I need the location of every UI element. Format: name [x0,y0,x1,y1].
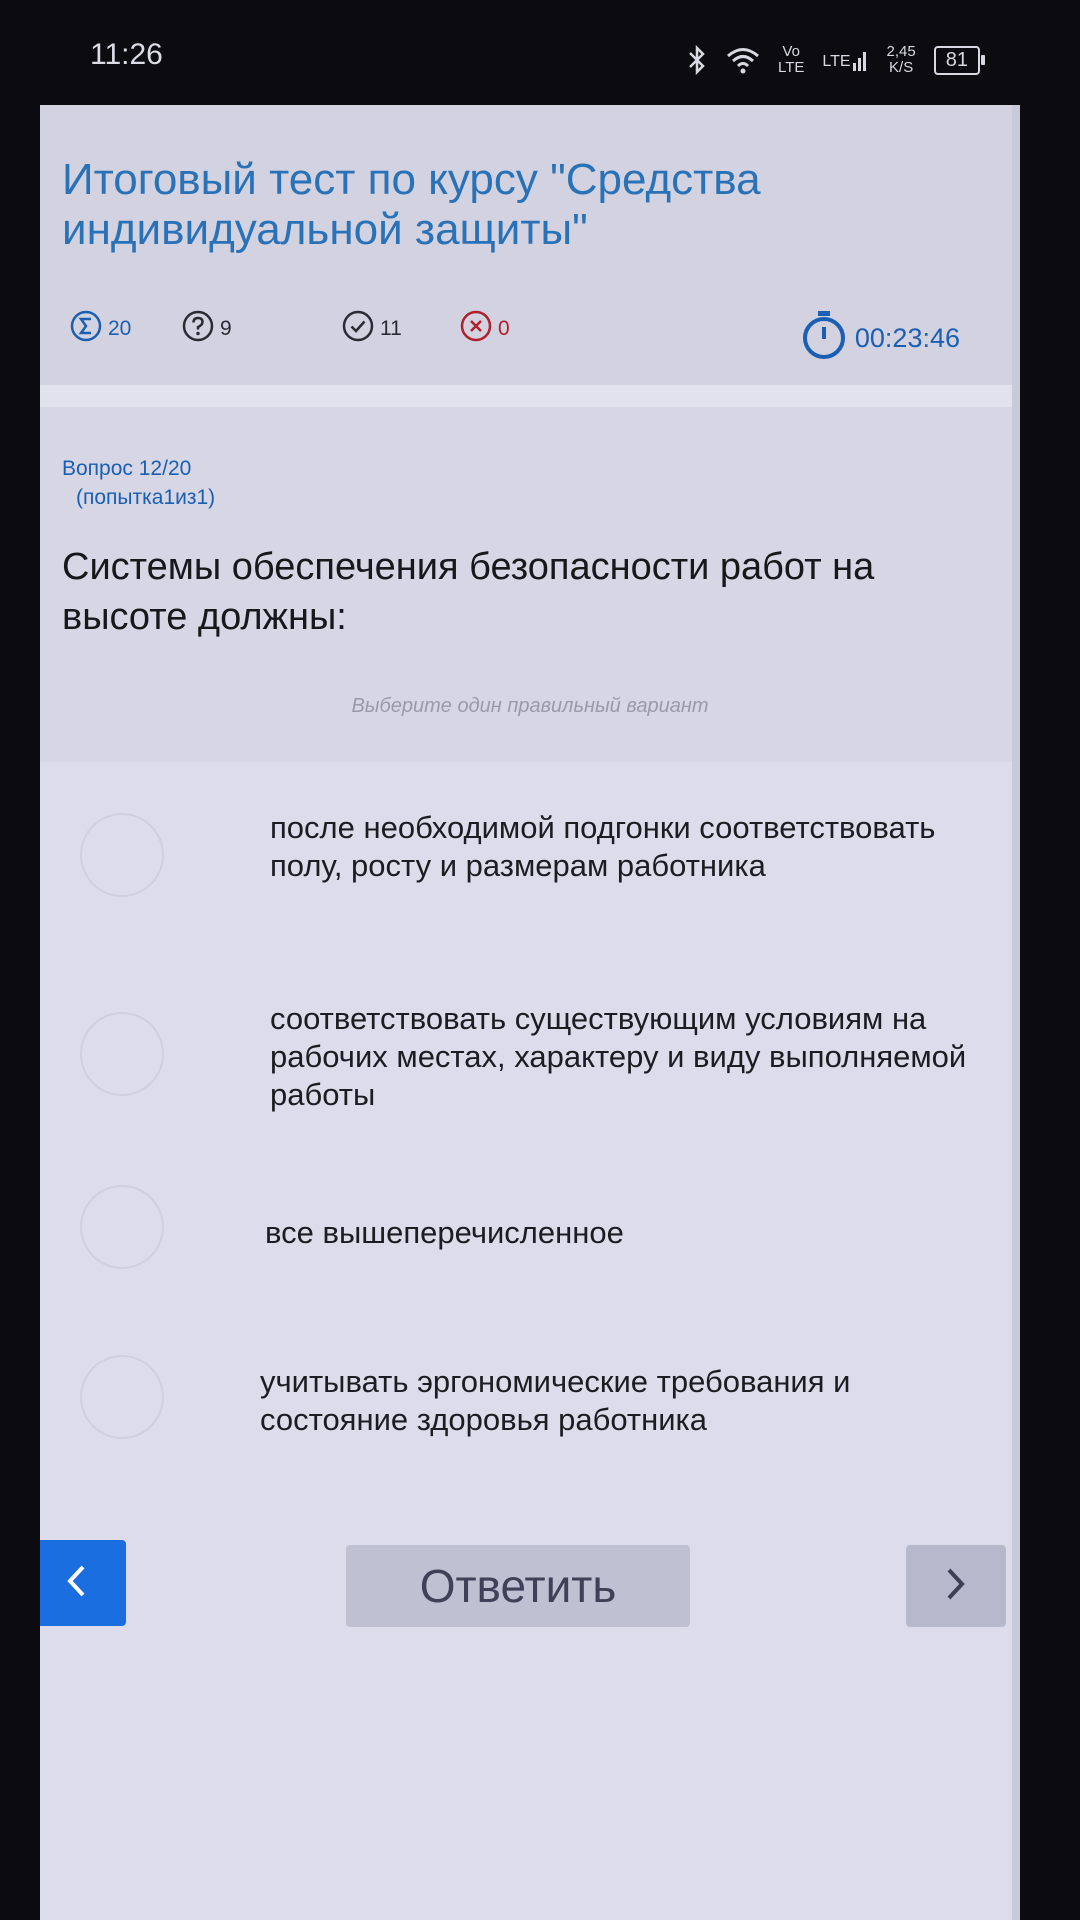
status-icons: Vo LTE LTE 2,45 K/S 81 [686,43,986,76]
page-title: Итоговый тест по курсу "Средства индивид… [62,155,761,254]
question-number: Вопрос 12/20 [62,457,192,480]
network-speed: 2,45 K/S [886,43,916,76]
question-attempt: (попытка1из1) [76,486,216,509]
answer-option-text: после необходимой подгонки соответствова… [270,810,936,883]
stat-wrong: 0 [460,310,510,348]
status-time: 11:26 [90,38,163,71]
stat-total-value: 20 [108,317,132,340]
question-mark-icon [182,310,214,348]
answer-option-text: все вышеперечисленное [265,1215,624,1250]
answer-option[interactable]: соответствовать существующим условиям на… [80,1000,1020,1130]
stat-correct-value: 11 [380,317,402,340]
battery-indicator: 81 [933,45,986,75]
stat-remaining: 9 [182,310,232,348]
answer-option[interactable]: все вышеперечисленное [80,1185,1020,1285]
check-icon [342,310,374,348]
chevron-left-icon [62,1561,90,1606]
stat-total: 20 [70,310,131,348]
chevron-right-icon [942,1564,970,1609]
answer-option[interactable]: учитывать эргономические требования и со… [80,1355,1020,1465]
previous-button[interactable] [40,1540,126,1626]
timer-value: 00:23:46 [854,323,960,353]
radio-button[interactable] [80,1012,164,1096]
bluetooth-icon [686,45,708,75]
sigma-icon [70,310,102,348]
answer-option[interactable]: после необходимой подгонки соответствова… [80,803,1020,933]
answer-button[interactable]: Ответить [346,1545,690,1627]
answer-option-text: учитывать эргономические требования и со… [260,1364,851,1437]
status-bar: 11:26 Vo LTE LTE 2,45 K/S 81 [0,0,1080,110]
cross-icon [460,310,492,348]
test-header: Итоговый тест по курсу "Средства индивид… [40,105,1020,385]
timer: 00:23:46 [801,310,960,367]
answer-hint: Выберите один правильный вариант [351,695,709,717]
app-screen: Итоговый тест по курсу "Средства индивид… [40,105,1020,1920]
radio-button[interactable] [80,1355,164,1439]
signal-icon: LTE [822,49,868,71]
radio-button[interactable] [80,1185,164,1269]
next-button[interactable] [906,1545,1006,1627]
scrollbar[interactable] [1012,105,1020,1920]
stat-correct: 11 [342,310,402,348]
stopwatch-icon [801,310,847,367]
question-text: Системы обеспечения безопасности работ н… [62,546,875,638]
header-separator [40,385,1020,407]
stats-bar: 20 9 11 0 00:23:46 [70,310,990,360]
wifi-icon [726,46,760,74]
radio-button[interactable] [80,813,164,897]
stat-wrong-value: 0 [498,317,510,340]
stat-remaining-value: 9 [220,317,232,340]
lte-label: LTE [822,53,851,70]
answer-option-text: соответствовать существующим условиям на… [270,1001,967,1112]
volte-indicator: Vo LTE [777,43,805,76]
